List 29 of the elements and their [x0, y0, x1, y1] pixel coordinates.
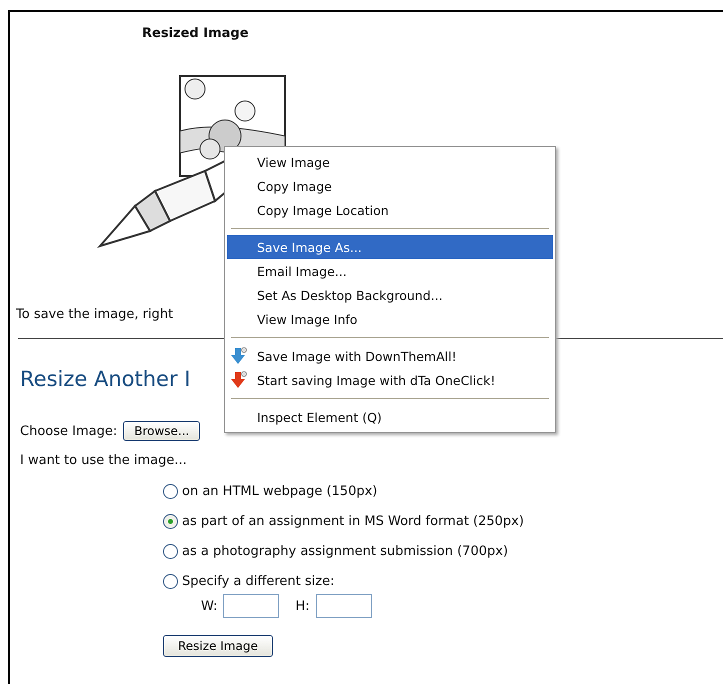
menu-item[interactable]: View Image Info: [227, 307, 553, 331]
section-title: Resized Image: [142, 26, 250, 41]
option-label: on an HTML webpage (150px): [182, 484, 378, 499]
menu-item[interactable]: View Image: [227, 150, 553, 174]
section-heading: Resize Another I: [20, 367, 190, 391]
field-label: W:: [201, 598, 218, 614]
menu-item[interactable]: Start saving Image with dTa OneClick!: [227, 368, 553, 392]
menu-item[interactable]: Email Image...: [227, 259, 553, 283]
radio-button[interactable]: [163, 544, 178, 559]
radio-button[interactable]: [163, 574, 178, 589]
instruction-text: To save the image, right: [16, 307, 174, 322]
field-label: H:: [295, 598, 310, 614]
menu-item[interactable]: Save Image with DownThemAll!: [227, 344, 553, 368]
resize-button[interactable]: Resize Image: [163, 635, 273, 657]
option-label: as part of an assignment in MS Word format (250px): [182, 514, 524, 529]
menu-item[interactable]: Inspect Element (Q): [227, 405, 553, 429]
option-label: as a photography assignment submission (700px): [182, 544, 508, 559]
menu-item[interactable]: Save Image As...: [227, 235, 553, 259]
radio-button[interactable]: [163, 514, 178, 529]
browse-button[interactable]: Browse...: [123, 421, 200, 441]
width-field[interactable]: [223, 594, 280, 618]
menu-item[interactable]: Copy Image: [227, 174, 553, 198]
field-label: Choose Image:: [20, 424, 118, 438]
radio-button[interactable]: [163, 484, 178, 499]
menu-item[interactable]: Set As Desktop Background...: [227, 283, 553, 307]
option-label: Specify a different size:: [182, 574, 334, 589]
prompt-text: I want to use the image...: [20, 453, 187, 468]
menu-item[interactable]: Copy Image Location: [227, 198, 553, 222]
height-field[interactable]: [316, 594, 372, 618]
